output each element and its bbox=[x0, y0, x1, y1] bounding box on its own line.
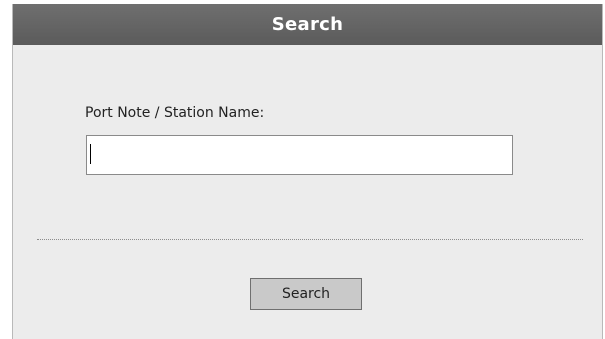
port-note-station-name-input[interactable] bbox=[86, 135, 513, 175]
dotted-divider bbox=[37, 239, 583, 240]
search-dialog: Search Port Note / Station Name: Search bbox=[12, 4, 603, 339]
dialog-title: Search bbox=[13, 4, 602, 45]
text-caret bbox=[90, 144, 91, 164]
port-note-station-name-label: Port Note / Station Name: bbox=[85, 105, 265, 121]
search-button[interactable]: Search bbox=[250, 278, 362, 310]
